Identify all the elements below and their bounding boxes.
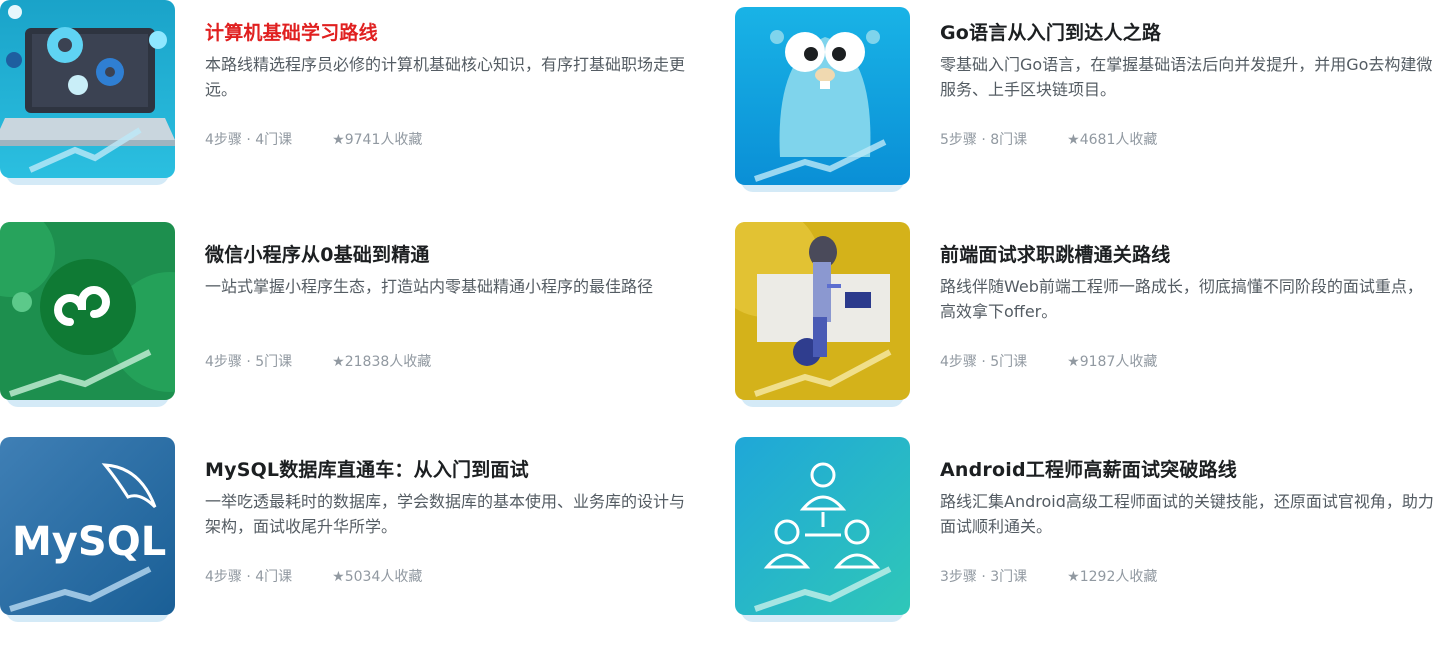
- collect-count: ★1292人收藏: [1067, 569, 1158, 585]
- route-card[interactable]: 计算机基础学习路线 本路线精选程序员必修的计算机基础核心知识，有序打基础职场走更…: [0, 0, 700, 190]
- route-meta: 4步骤 · 4门课 ★5034人收藏: [205, 566, 422, 586]
- route-thumbnail[interactable]: [735, 437, 910, 622]
- route-thumbnail[interactable]: [0, 0, 175, 185]
- route-description: 一站式掌握小程序生态，打造站内零基础精通小程序的最佳路径: [205, 277, 654, 296]
- computer-gears-image: [0, 0, 175, 178]
- route-title[interactable]: Android工程师高薪面试突破路线: [940, 455, 1237, 482]
- step-count: 4步骤 · 4门课: [205, 569, 293, 585]
- collect-count: ★9741人收藏: [332, 132, 423, 148]
- route-card[interactable]: Android工程师高薪面试突破路线 路线汇集Android高级工程师面试的关键…: [735, 437, 1435, 627]
- route-meta: 4步骤 · 5门课 ★21838人收藏: [205, 351, 431, 371]
- step-count: 4步骤 · 5门课: [205, 354, 293, 370]
- mysql-logo-text: MySQL: [12, 519, 166, 565]
- collect-count: ★4681人收藏: [1067, 132, 1158, 148]
- mysql-logo-image: MySQL: [0, 437, 175, 615]
- route-thumbnail[interactable]: [735, 222, 910, 407]
- collect-count: ★21838人收藏: [332, 354, 432, 370]
- route-title[interactable]: MySQL数据库直通车：从入门到面试: [205, 455, 529, 482]
- route-meta: 3步骤 · 3门课 ★1292人收藏: [940, 566, 1157, 586]
- route-meta: 4步骤 · 5门课 ★9187人收藏: [940, 351, 1157, 371]
- go-gopher-image: [735, 7, 910, 185]
- route-card[interactable]: Go语言从入门到达人之路 零基础入门Go语言，在掌握基础语法后向并发提升，并用G…: [735, 7, 1435, 197]
- step-count: 4步骤 · 4门课: [205, 132, 293, 148]
- route-description: 路线伴随Web前端工程师一路成长，彻底搞懂不同阶段的面试重点，高效拿下offer…: [940, 277, 1423, 321]
- step-count: 4步骤 · 5门课: [940, 354, 1028, 370]
- collect-count: ★5034人收藏: [332, 569, 423, 585]
- step-count: 5步骤 · 8门课: [940, 132, 1028, 148]
- route-description: 路线汇集Android高级工程师面试的关键技能，还原面试官视角，助力面试顺利通关…: [940, 492, 1434, 536]
- route-description: 一举吃透最耗时的数据库，学会数据库的基本使用、业务库的设计与架构，面试收尾升华所…: [205, 492, 686, 536]
- route-description: 本路线精选程序员必修的计算机基础核心知识，有序打基础职场走更远。: [205, 55, 686, 99]
- route-title[interactable]: Go语言从入门到达人之路: [940, 18, 1161, 45]
- route-thumbnail[interactable]: [735, 7, 910, 192]
- wechat-miniprogram-image: [0, 222, 175, 400]
- route-card[interactable]: MySQL MySQL数据库直通车：从入门到面试 一举吃透最耗时的数据库，学会数…: [0, 437, 700, 627]
- step-count: 3步骤 · 3门课: [940, 569, 1028, 585]
- route-card[interactable]: 微信小程序从0基础到精通 一站式掌握小程序生态，打造站内零基础精通小程序的最佳路…: [0, 222, 700, 412]
- route-title[interactable]: 计算机基础学习路线: [205, 18, 378, 45]
- route-description: 零基础入门Go语言，在掌握基础语法后向并发提升，并用Go去构建微服务、上手区块链…: [940, 55, 1433, 99]
- route-title[interactable]: 前端面试求职跳槽通关路线: [940, 240, 1170, 267]
- route-meta: 5步骤 · 8门课 ★4681人收藏: [940, 129, 1157, 149]
- interview-handshake-image: [735, 222, 910, 400]
- route-title[interactable]: 微信小程序从0基础到精通: [205, 240, 430, 267]
- collect-count: ★9187人收藏: [1067, 354, 1158, 370]
- route-thumbnail[interactable]: [0, 222, 175, 407]
- route-card[interactable]: 前端面试求职跳槽通关路线 路线伴随Web前端工程师一路成长，彻底搞懂不同阶段的面…: [735, 222, 1435, 412]
- route-thumbnail[interactable]: MySQL: [0, 437, 175, 622]
- android-team-image: [735, 437, 910, 615]
- route-meta: 4步骤 · 4门课 ★9741人收藏: [205, 129, 422, 149]
